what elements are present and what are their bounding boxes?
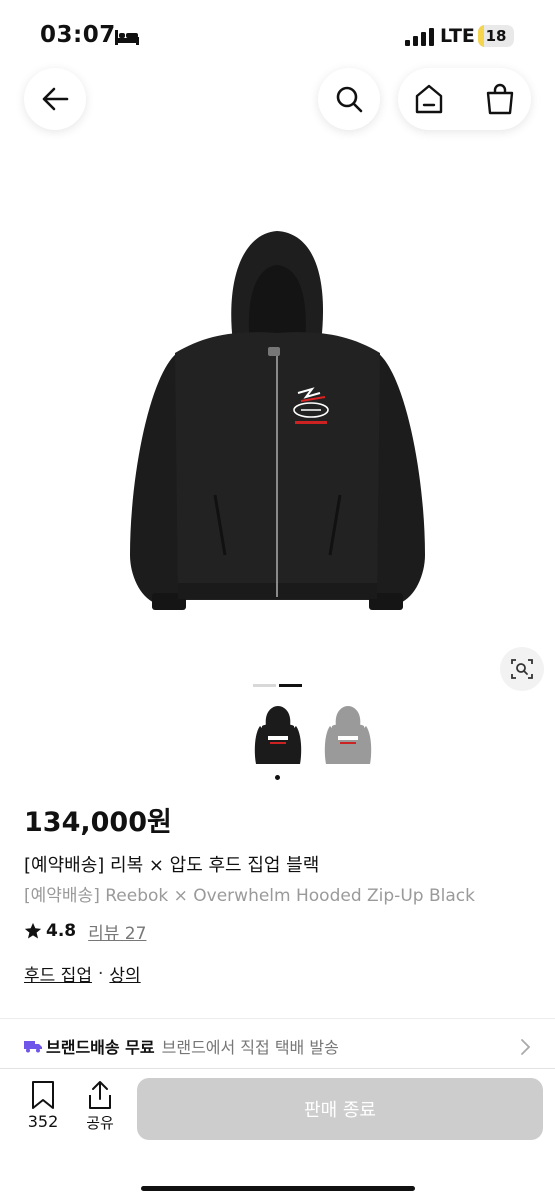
product-price: 134,000원 [24,807,172,838]
arrow-left-icon [42,87,69,111]
cart-button[interactable] [481,80,519,118]
truck-icon [24,1041,42,1053]
search-icon [336,86,363,113]
rating-score: 4.8 [46,921,77,941]
delivery-detail: 브랜드에서 직접 택배 발송 [161,1038,339,1057]
shopping-bag-icon [486,83,514,115]
status-time: 03:07 [40,22,116,48]
back-button[interactable] [24,68,86,130]
lens-search-icon [511,659,533,679]
category-link-top[interactable]: 상의 [109,961,140,986]
network-type: LTE [440,25,475,47]
thumbnail-selected-dot [275,775,280,780]
bed-icon [115,30,139,45]
bottom-bar-divider [0,1068,555,1069]
delivery-info[interactable]: 브랜드배송 무료 브랜드에서 직접 택배 발송 [24,1034,339,1058]
image-search-button[interactable] [500,647,544,691]
image-indicator-1 [253,684,276,687]
category-link-hood-zipup[interactable]: 후드 집업 [24,961,92,986]
battery-icon: 18 [478,25,514,47]
chevron-right-icon[interactable] [518,1038,532,1056]
home-icon [415,84,443,114]
category-row: 후드 집업 · 상의 [24,961,141,987]
product-image[interactable] [115,225,440,615]
category-separator: · [97,963,104,984]
thumbnail-black[interactable] [250,704,306,770]
home-cart-group [398,68,531,130]
wishlist-count: 352 [27,1112,59,1131]
search-button[interactable] [318,68,380,130]
divider [0,1018,555,1019]
share-label: 공유 [86,1114,114,1132]
rating-row: 4.8 리뷰 27 [24,919,146,944]
battery-percent: 18 [485,27,507,45]
review-link[interactable]: 리뷰 27 [88,919,146,944]
image-indicator-2 [279,684,302,687]
product-title-ko: [예약배송] 리복 × 압도 후드 집업 블랙 [24,855,320,876]
home-indicator [141,1186,415,1191]
thumbnail-gray[interactable] [320,704,376,770]
signal-icon [405,28,434,46]
star-icon [24,922,42,939]
home-button[interactable] [410,80,448,118]
product-title-en: [예약배송] Reebok × Overwhelm Hooded Zip-Up … [24,886,475,906]
delivery-label: 브랜드배송 무료 [46,1038,155,1057]
share-icon[interactable] [85,1080,115,1110]
bookmark-icon[interactable] [28,1080,58,1110]
sold-out-button[interactable]: 판매 종료 [137,1078,543,1140]
